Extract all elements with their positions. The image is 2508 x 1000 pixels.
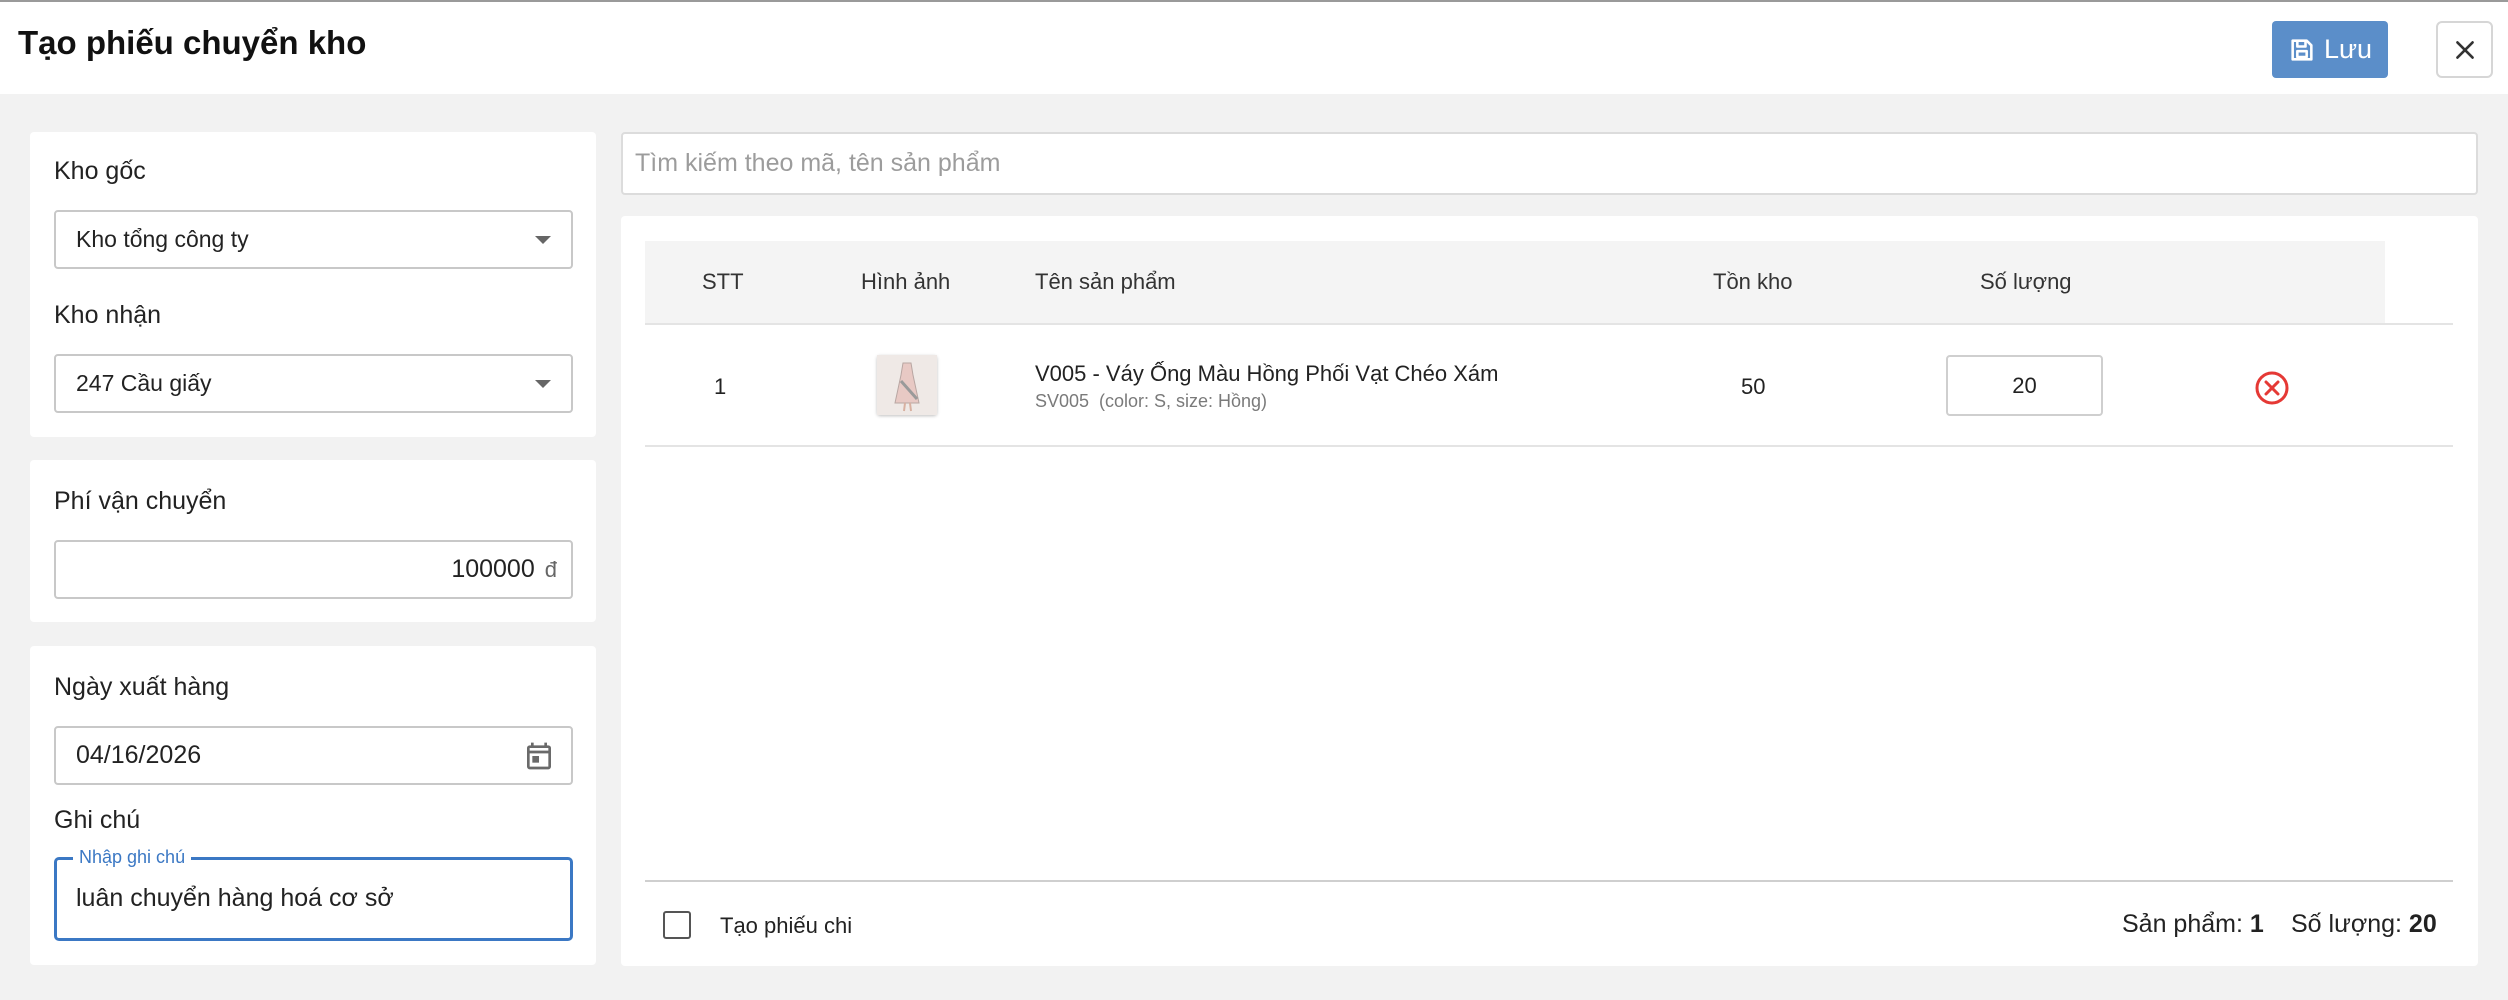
source-warehouse-label: Kho gốc (54, 157, 146, 185)
target-warehouse-value: 247 Cầu giấy (76, 370, 212, 396)
close-button[interactable] (2436, 21, 2493, 78)
calendar-icon[interactable] (523, 740, 555, 772)
export-date-label: Ngày xuất hàng (54, 673, 230, 701)
quantity-input[interactable] (1946, 355, 2103, 416)
target-warehouse-label: Kho nhận (54, 301, 162, 329)
note-legend: Nhập ghi chú (73, 847, 192, 868)
top-bar: Tạo phiếu chuyển kho Lưu (0, 0, 2508, 94)
note-value: luân chuyển hàng hoá cơ sở (76, 884, 394, 912)
save-button-label: Lưu (2323, 34, 2373, 64)
warehouse-card: Kho gốc Kho tổng công ty Kho nhận 247 Cầ… (30, 132, 596, 437)
product-sku: SV005 (1035, 391, 1090, 411)
details-card: Ngày xuất hàng 04/16/2026 Ghi chú Nhập g… (30, 646, 596, 965)
note-input[interactable]: Nhập ghi chú luân chuyển hàng hoá cơ sở (54, 847, 573, 941)
dress-image-icon (877, 355, 937, 415)
chevron-down-icon (535, 235, 551, 244)
shipping-card: Phí vận chuyển 100000 đ (30, 460, 596, 622)
target-warehouse-select[interactable]: 247 Cầu giấy (54, 354, 573, 413)
products-card (621, 216, 2478, 966)
source-warehouse-value: Kho tổng công ty (76, 226, 249, 252)
product-search (621, 132, 2478, 195)
shipping-fee-input[interactable]: 100000 đ (54, 540, 573, 599)
chevron-down-icon (535, 379, 551, 388)
page-title: Tạo phiếu chuyển kho (18, 24, 367, 61)
export-date-input[interactable]: 04/16/2026 (54, 726, 573, 785)
shipping-fee-value: 100000 (451, 555, 535, 583)
product-search-input[interactable] (623, 134, 2476, 193)
products-summary: Sản phẩm: 1 (2122, 910, 2264, 939)
floppy-disk-icon (2291, 38, 2313, 61)
remove-row-icon[interactable] (2254, 370, 2290, 406)
table-header-divider (645, 323, 2453, 325)
table-header: STT Hình ảnh Tên sản phẩm Tồn kho Số lượ… (645, 241, 2385, 323)
source-warehouse-select[interactable]: Kho tổng công ty (54, 210, 573, 269)
column-header-stt: STT (702, 269, 744, 294)
create-voucher-label: Tạo phiếu chi (720, 913, 853, 938)
column-header-stock: Tồn kho (1713, 269, 1793, 294)
product-name: V005 - Váy Ống Màu Hồng Phối Vạt Chéo Xá… (1035, 361, 1499, 386)
export-date-value: 04/16/2026 (76, 741, 202, 769)
shipping-fee-label: Phí vận chuyển (54, 487, 227, 515)
row-stt: 1 (714, 374, 727, 399)
product-variant: (color: S, size: Hồng) (1099, 391, 1268, 411)
column-header-product-name: Tên sản phẩm (1035, 269, 1176, 294)
column-header-image: Hình ảnh (861, 269, 951, 294)
quantity-summary-total: 20 (2408, 910, 2437, 938)
quantity-summary-label: Số lượng: (2291, 910, 2402, 938)
products-summary-count: 1 (2249, 910, 2264, 938)
product-thumbnail (877, 355, 937, 415)
row-stock: 50 (1741, 374, 1766, 399)
quantity-summary: Số lượng: 20 (2291, 910, 2437, 939)
note-label: Ghi chú (54, 806, 141, 834)
currency-symbol: đ (544, 556, 557, 582)
table-footer-divider (645, 880, 2453, 882)
products-summary-label: Sản phẩm: (2122, 910, 2243, 938)
create-voucher-checkbox[interactable] (663, 911, 691, 939)
close-icon (2455, 40, 2474, 59)
save-button[interactable]: Lưu (2272, 21, 2388, 78)
table-row-divider (645, 445, 2453, 447)
column-header-quantity: Số lượng (1980, 269, 2072, 294)
